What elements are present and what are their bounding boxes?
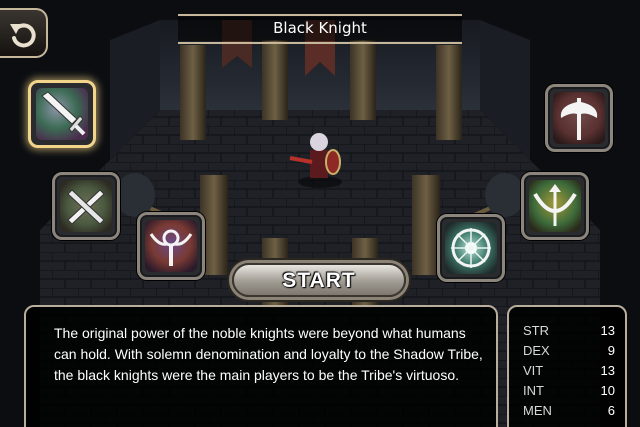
class-button-staff[interactable] <box>137 212 205 280</box>
undo-arrow-icon <box>10 23 36 48</box>
description-panel: The original power of the noble knights … <box>24 305 498 427</box>
stat-row-dex: DEX 9 <box>523 343 615 362</box>
class-button-daggers[interactable] <box>52 172 120 240</box>
stat-name: MEN <box>523 403 552 418</box>
back-button[interactable] <box>0 8 48 58</box>
class-title: Black Knight <box>273 19 367 37</box>
stat-name: INT <box>523 383 544 398</box>
stat-value: 13 <box>600 363 615 378</box>
game-scene: Black Knight START The original power of… <box>0 0 640 427</box>
class-description: The original power of the noble knights … <box>54 325 483 383</box>
class-button-axe[interactable] <box>545 84 613 152</box>
battle-axe-icon <box>560 98 598 140</box>
start-button[interactable]: START <box>232 263 406 297</box>
stat-row-str: STR 13 <box>523 323 615 342</box>
stat-value: 13 <box>600 323 615 338</box>
stat-row-int: INT 10 <box>523 383 615 402</box>
stat-name: VIT <box>523 363 544 378</box>
stat-row-men: MEN 6 <box>523 403 615 422</box>
crossed-daggers-icon <box>67 189 105 225</box>
stat-value: 9 <box>607 343 615 358</box>
stat-name: STR <box>523 323 549 338</box>
sword-icon <box>41 91 86 136</box>
class-button-sword[interactable] <box>28 80 96 148</box>
stat-value: 10 <box>600 383 615 398</box>
stat-row-vit: VIT 13 <box>523 363 615 382</box>
stat-name: DEX <box>523 343 550 358</box>
compass-orb-icon <box>451 228 491 268</box>
class-button-orb[interactable] <box>437 214 505 282</box>
winged-staff-icon <box>149 229 193 266</box>
stat-value: 6 <box>607 403 615 418</box>
class-button-bow[interactable] <box>521 172 589 240</box>
stats-panel: STR 13 DEX 9 VIT 13 INT 10 MEN 6 <box>507 305 627 427</box>
title-bar: Black Knight <box>178 14 462 44</box>
bow-icon <box>533 184 577 226</box>
start-button-label: START <box>282 269 356 292</box>
